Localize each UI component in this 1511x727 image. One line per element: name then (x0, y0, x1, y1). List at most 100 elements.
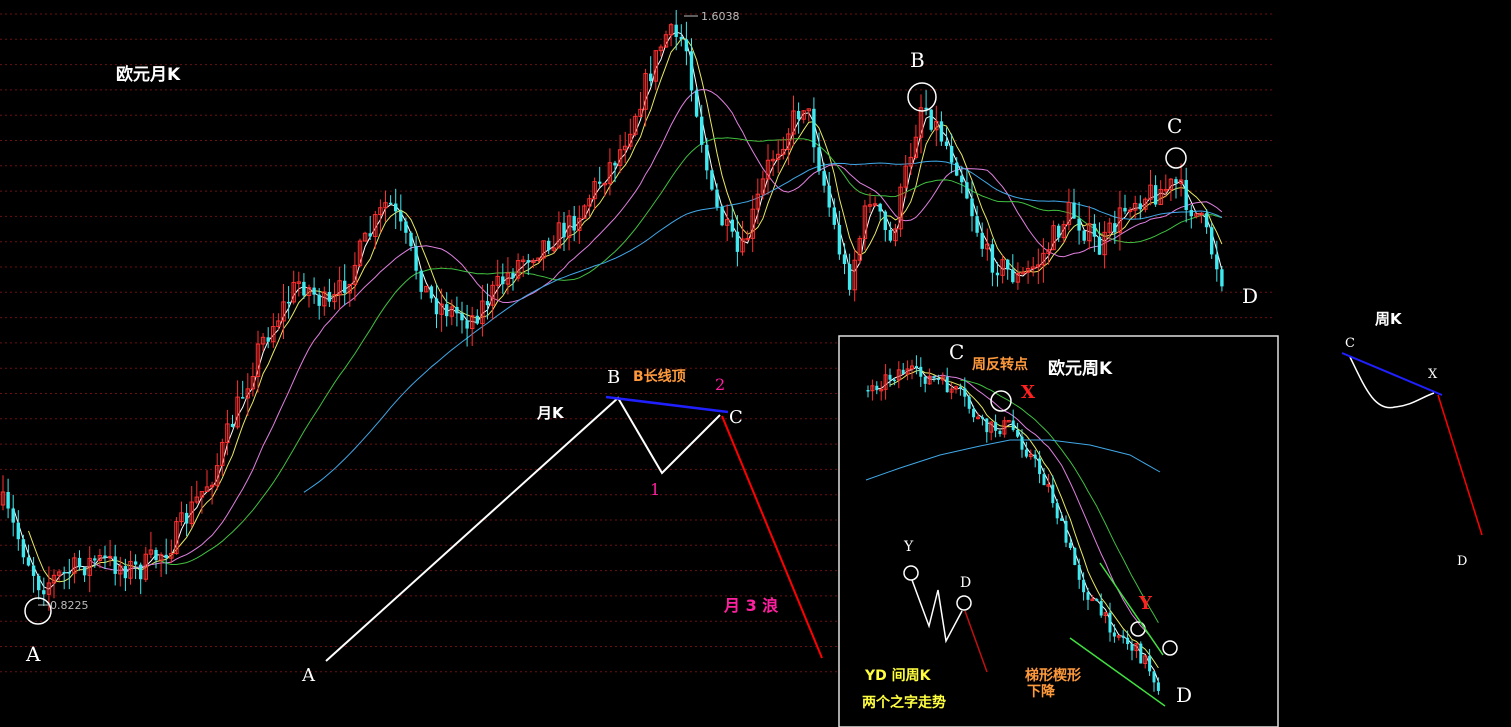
candle-body (434, 298, 439, 315)
yd-label-1: YD 间周K (864, 667, 932, 684)
candle-body (286, 301, 291, 304)
right-schematic-title: 周K (1375, 310, 1403, 328)
candle-body (21, 539, 26, 558)
candle-body (932, 376, 936, 379)
candle-body (955, 162, 959, 176)
point-b-circle (907, 82, 937, 112)
candle-body (1112, 632, 1116, 637)
candle-body (1189, 210, 1193, 217)
candle-body (26, 557, 31, 566)
schematic-month-label: 月K (536, 404, 565, 422)
weekly-right-schematic: 周K C X D (1341, 310, 1483, 569)
schematic-point-b: B (607, 367, 620, 388)
candle-body (42, 590, 46, 595)
candle-body (1113, 223, 1117, 233)
candle-body (963, 388, 967, 397)
candle-body (1042, 474, 1046, 486)
candle-body (1220, 269, 1224, 287)
candle-body (1123, 207, 1127, 212)
candle-body (715, 189, 719, 207)
candle-body (613, 162, 617, 166)
candle-body (936, 378, 940, 380)
candle-body (998, 430, 1002, 435)
candle-body (266, 337, 270, 342)
candle-body (970, 198, 974, 217)
candle-body (995, 272, 1000, 276)
candle-body (939, 121, 944, 142)
right-schematic-c: C (1345, 336, 1355, 351)
schematic-wave3-label: 月 3 浪 (723, 596, 778, 615)
candle-body (944, 141, 949, 147)
candle-body (822, 171, 826, 186)
right-schematic-curve (1349, 356, 1435, 409)
candle-body (1153, 185, 1158, 205)
candle-body (1020, 436, 1024, 450)
candle-body (409, 232, 413, 247)
candle-body (1204, 213, 1209, 228)
weekly-point-c: C (949, 340, 964, 364)
candle-body (965, 182, 969, 199)
candle-body (1108, 612, 1112, 633)
candle-body (562, 222, 566, 238)
candle-body (164, 554, 168, 559)
candle-body (16, 522, 20, 540)
candle-body (689, 51, 694, 91)
candle-body (1033, 454, 1037, 459)
candle-body (694, 90, 699, 117)
candle-body (526, 260, 530, 263)
candle-body (980, 232, 984, 249)
candle-body (796, 110, 801, 120)
candle-body (949, 146, 954, 163)
candle-body (837, 224, 842, 255)
candle-body (547, 240, 551, 251)
candle-body (883, 211, 887, 231)
candle-body (485, 301, 490, 306)
low-marker-circle (24, 597, 52, 625)
candle-body (1077, 564, 1081, 580)
candle-body (1092, 223, 1097, 237)
candle-body (972, 408, 976, 418)
candle-body (812, 108, 816, 148)
candle-body (455, 306, 459, 314)
candle-body (684, 39, 689, 52)
candle-body (460, 313, 464, 321)
candle-body (1130, 644, 1134, 651)
candle-body (1126, 637, 1130, 645)
candle-body (123, 566, 128, 579)
right-schematic-d: D (1457, 554, 1467, 569)
candle-body (1055, 503, 1059, 519)
yd-label-2: 两个之字走势 (862, 694, 946, 711)
low-price-label: 0.8225 (50, 599, 89, 612)
candle-body (994, 422, 998, 431)
candle-body (1097, 236, 1102, 255)
candle-body (1024, 449, 1028, 457)
yd-point-y: Y (903, 539, 914, 555)
candle-body (11, 508, 15, 523)
candle-body (465, 320, 469, 329)
candle-body (368, 233, 372, 237)
candle-body (388, 202, 393, 205)
candle-body (975, 216, 979, 233)
candle-body (1006, 259, 1010, 270)
candle-body (302, 281, 306, 296)
candle-body (1011, 269, 1015, 283)
candle-body (184, 512, 189, 524)
candle-body (700, 116, 704, 145)
candle-body (888, 230, 893, 241)
candle-body (1095, 599, 1099, 602)
yd-point-d: D (960, 575, 971, 591)
weekly-point-d: D (1176, 683, 1192, 707)
candle-body (674, 24, 678, 37)
candle-body (394, 203, 398, 212)
candle-body (958, 386, 962, 389)
monthly-point-a: A (25, 642, 41, 666)
schematic-point-c: C (729, 407, 743, 428)
candle-body (990, 244, 995, 273)
candle-body (945, 376, 949, 393)
candle-body (1011, 420, 1015, 430)
candle-body (6, 492, 10, 509)
candle-body (343, 280, 347, 293)
candle-body (103, 555, 107, 558)
candle-body (93, 558, 97, 561)
candle-body (429, 286, 434, 299)
